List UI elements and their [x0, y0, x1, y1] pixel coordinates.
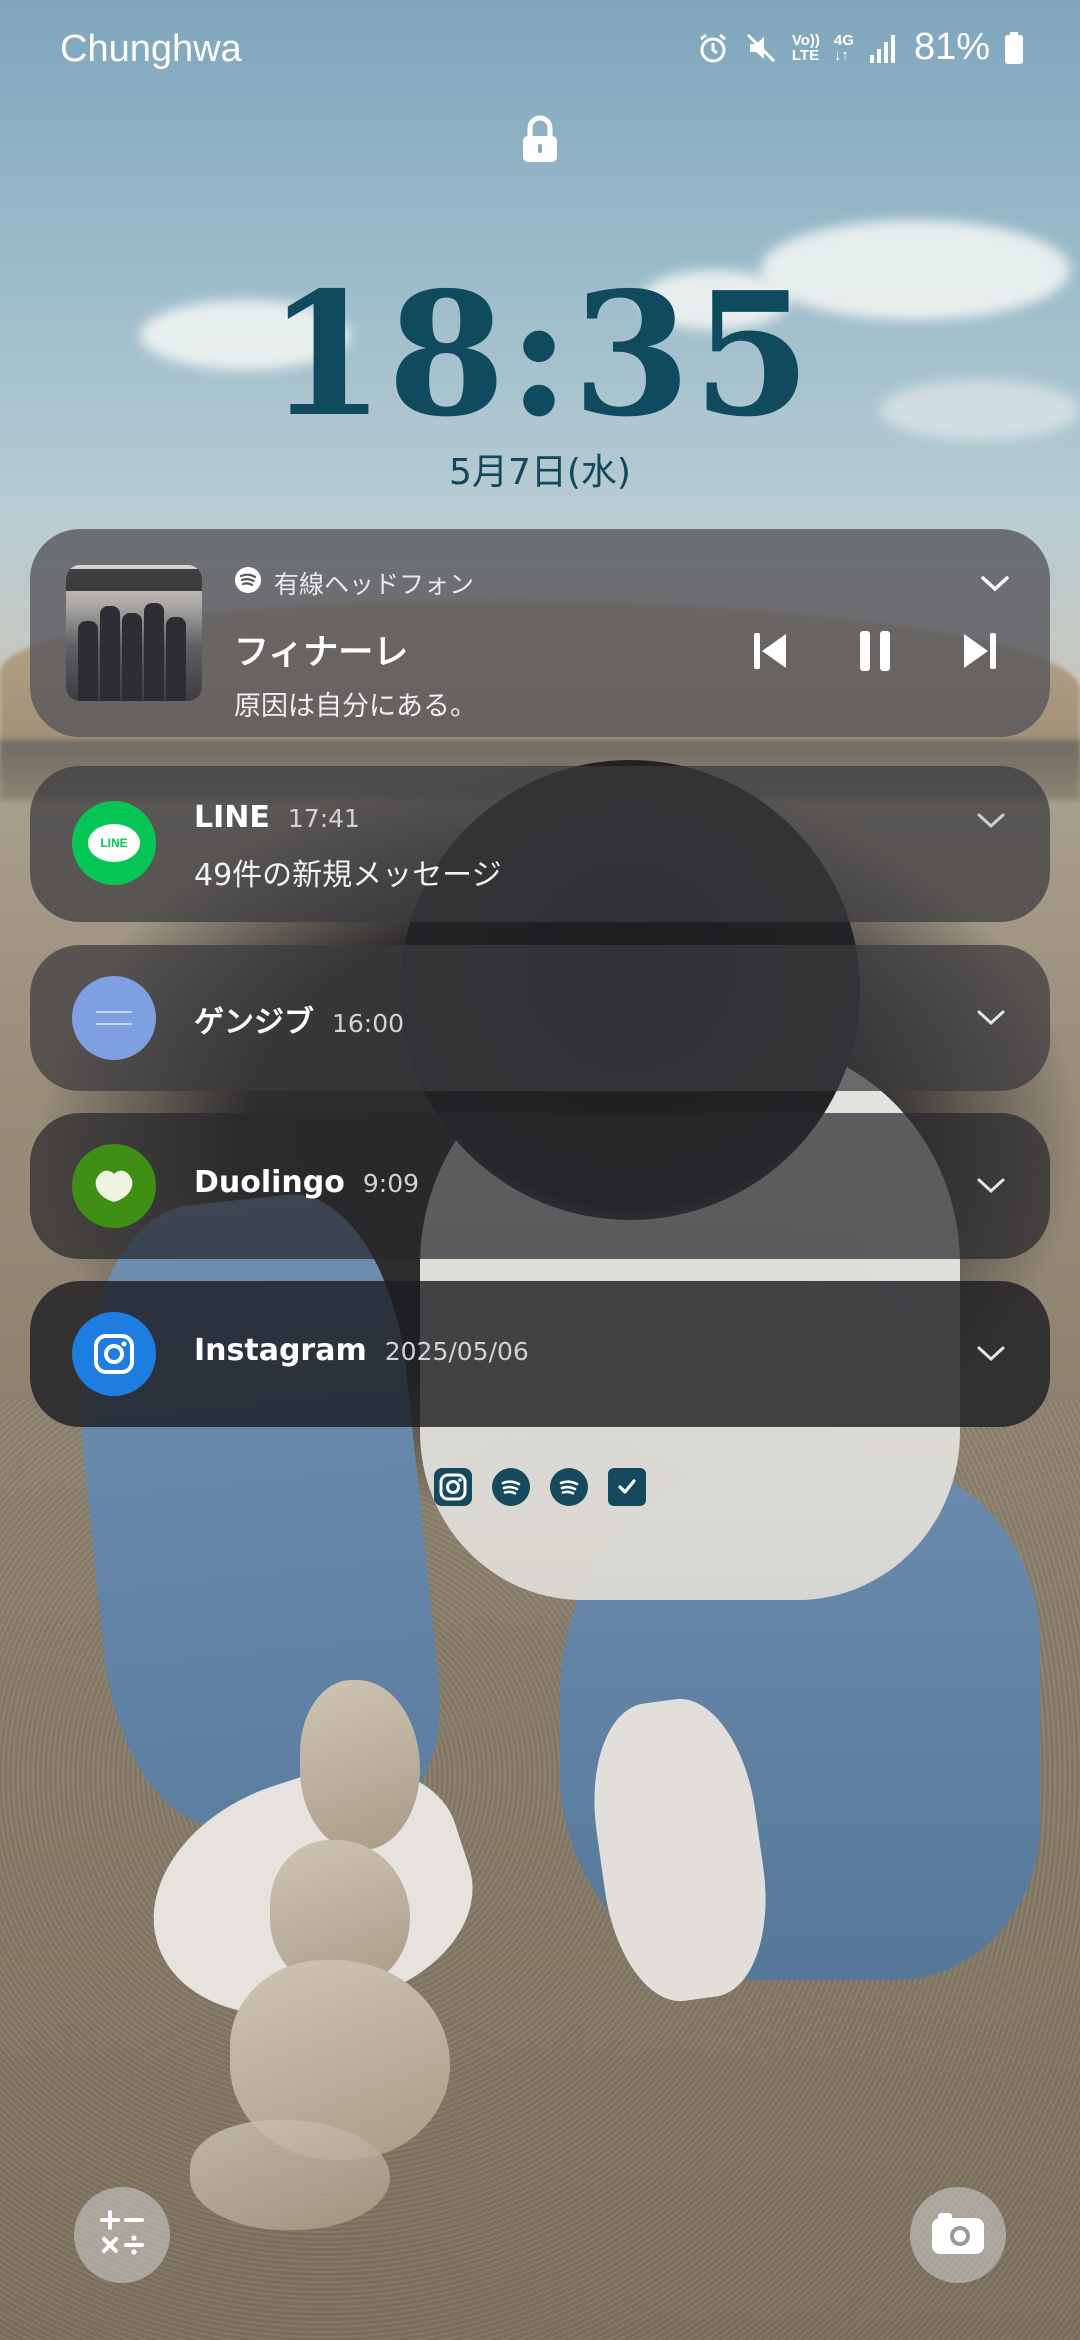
- media-output[interactable]: 有線ヘッドフォン: [234, 565, 474, 601]
- previous-track-button[interactable]: [752, 631, 788, 675]
- notification-text: 49件の新規メッセージ: [194, 858, 502, 893]
- calculator-icon: [96, 2207, 148, 2263]
- app-name-text: Instagram: [194, 1333, 367, 1368]
- media-controls: [752, 629, 998, 677]
- genjibu-icon: [72, 976, 156, 1060]
- battery-percent: 81%: [913, 26, 990, 68]
- notification-time: 2025/05/06: [384, 1337, 529, 1366]
- camera-shortcut-button[interactable]: [910, 2187, 1006, 2283]
- notification-line[interactable]: LINE LINE 17:41 49件の新規メッセージ: [30, 766, 1050, 922]
- notification-app-name: ゲンジブ 16:00: [194, 997, 404, 1041]
- notification-app-name: LINE 17:41: [194, 800, 360, 835]
- notification-time: 9:09: [362, 1169, 420, 1198]
- lte-label: LTE: [791, 46, 820, 64]
- track-artist: 原因は自分にある。: [234, 691, 477, 722]
- notification-time: 16:00: [332, 1009, 405, 1038]
- chevron-down-icon[interactable]: [976, 1177, 1006, 1199]
- notification-duolingo[interactable]: Duolingo 9:09: [30, 1113, 1050, 1259]
- checkbox-icon: [608, 1468, 646, 1506]
- chevron-down-icon[interactable]: [980, 575, 1010, 597]
- spotify-icon: [492, 1468, 530, 1506]
- chevron-down-icon[interactable]: [976, 1009, 1006, 1031]
- notification-genjibu[interactable]: ゲンジブ 16:00: [30, 945, 1050, 1091]
- status-bar: Chunghwa Vo)) LTE 4G ↓↑ 81%: [0, 0, 1080, 100]
- calculator-shortcut-button[interactable]: [74, 2187, 170, 2283]
- app-name-text: LINE: [194, 800, 270, 835]
- network-label: 4G: [833, 31, 854, 49]
- lock-clock: 18:35: [267, 255, 813, 455]
- duolingo-icon: [72, 1144, 156, 1228]
- lock-date: 5月7日(水): [449, 452, 631, 493]
- notification-time: 17:41: [287, 804, 360, 833]
- network-4g-icon: 4G ↓↑: [834, 33, 854, 63]
- carrier-name: Chunghwa: [60, 28, 242, 70]
- data-arrows-icon: ↓↑: [833, 46, 849, 64]
- instagram-icon: [434, 1468, 472, 1506]
- chevron-down-icon[interactable]: [976, 1345, 1006, 1367]
- line-icon: LINE: [72, 801, 156, 885]
- pause-button[interactable]: [858, 629, 892, 677]
- line-icon-label: LINE: [88, 824, 140, 862]
- spotify-icon: [550, 1468, 588, 1506]
- lock-icon[interactable]: [520, 114, 560, 164]
- notification-app-name: Duolingo 9:09: [194, 1165, 419, 1200]
- battery-icon: [1004, 31, 1024, 64]
- signal-icon: [868, 33, 900, 63]
- camera-icon: [930, 2210, 986, 2260]
- app-name-text: Duolingo: [194, 1165, 345, 1200]
- media-output-label: 有線ヘッドフォン: [274, 570, 475, 599]
- rock: [190, 2120, 390, 2230]
- notification-instagram[interactable]: Instagram 2025/05/06: [30, 1281, 1050, 1427]
- volte-icon: Vo)) LTE: [792, 33, 820, 63]
- notification-icon-tray[interactable]: [0, 1468, 1080, 1506]
- app-name-text: ゲンジブ: [194, 1005, 314, 1040]
- mute-icon: [744, 31, 778, 65]
- next-track-button[interactable]: [962, 631, 998, 675]
- chevron-down-icon[interactable]: [976, 812, 1006, 834]
- instagram-icon: [72, 1312, 156, 1396]
- spotify-icon: [234, 566, 262, 600]
- alarm-icon: [696, 31, 730, 65]
- notification-app-name: Instagram 2025/05/06: [194, 1333, 529, 1368]
- status-icons: Vo)) LTE 4G ↓↑ 81%: [696, 26, 1024, 69]
- volte-label: Vo)): [791, 31, 820, 49]
- track-title: フィナーレ: [234, 633, 409, 673]
- media-player-card[interactable]: 有線ヘッドフォン フィナーレ 原因は自分にある。: [30, 529, 1050, 737]
- album-art: [66, 565, 202, 701]
